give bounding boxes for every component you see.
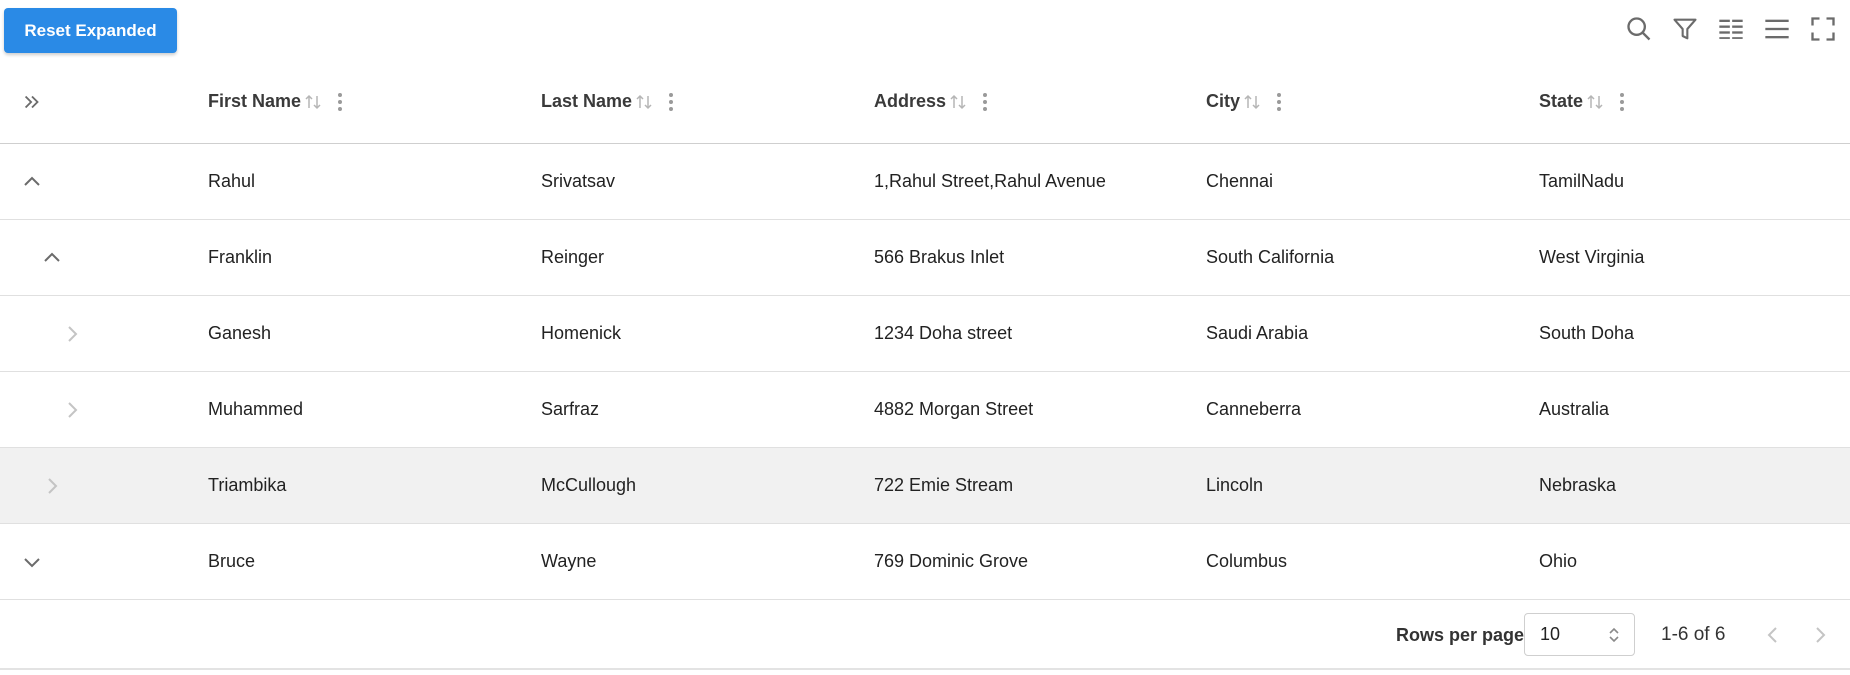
filter-icon[interactable] — [1668, 12, 1702, 46]
search-icon[interactable] — [1622, 12, 1656, 46]
density-icon[interactable] — [1760, 12, 1794, 46]
fullscreen-icon[interactable] — [1806, 12, 1840, 46]
column-header-last-name[interactable]: Last Name — [541, 60, 678, 143]
cell-state: Australia — [1539, 399, 1610, 419]
columns-icon[interactable] — [1714, 12, 1748, 46]
data-table: First Name Last Name Address City State — [0, 60, 1850, 600]
cell-city: Columbus — [1206, 551, 1288, 571]
table-row[interactable]: Ganesh Homenick 1234 Doha street Saudi A… — [0, 296, 1850, 372]
rows-per-page-label: Rows per page — [1396, 624, 1525, 645]
column-menu-icon[interactable] — [664, 90, 678, 114]
cell-first-name: Bruce — [208, 551, 256, 571]
sort-icon[interactable] — [1585, 92, 1605, 112]
cell-last-name: Srivatsav — [541, 171, 616, 191]
cell-last-name: Sarfraz — [541, 399, 600, 419]
cell-state: South Doha — [1539, 323, 1635, 343]
column-header-address[interactable]: Address — [874, 60, 992, 143]
pagination-bar: Rows per page 10 1-6 of 6 — [0, 600, 1850, 670]
cell-last-name: Homenick — [541, 323, 622, 343]
cell-state: Ohio — [1539, 551, 1578, 571]
column-header-label: Last Name — [541, 91, 633, 111]
cell-address: 769 Dominic Grove — [874, 551, 1029, 571]
table-row[interactable]: Rahul Srivatsav 1,Rahul Street,Rahul Ave… — [0, 144, 1850, 220]
cell-first-name: Franklin — [208, 247, 273, 267]
cell-address: 4882 Morgan Street — [874, 399, 1034, 419]
rows-per-page-value: 10 — [1540, 624, 1561, 644]
chevron-right-icon[interactable] — [37, 448, 67, 523]
table-header: First Name Last Name Address City State — [0, 60, 1850, 144]
chevron-up-icon[interactable] — [37, 220, 67, 295]
table-row[interactable]: Muhammed Sarfraz 4882 Morgan Street Cann… — [0, 372, 1850, 448]
cell-first-name: Triambika — [208, 475, 287, 495]
cell-last-name: Reinger — [541, 247, 605, 267]
cell-city: Chennai — [1206, 171, 1274, 191]
sort-icon[interactable] — [1242, 92, 1262, 112]
toolbar: Reset Expanded — [0, 0, 1850, 60]
cell-last-name: McCullough — [541, 475, 637, 495]
cell-state: Nebraska — [1539, 475, 1617, 495]
rows-per-page-select[interactable]: 10 — [1524, 613, 1635, 656]
next-page-icon[interactable] — [1805, 620, 1835, 650]
cell-first-name: Rahul — [208, 171, 256, 191]
chevron-right-icon[interactable] — [57, 296, 87, 371]
cell-address: 1234 Doha street — [874, 323, 1013, 343]
column-header-label: City — [1206, 91, 1241, 111]
chevron-up-icon[interactable] — [17, 144, 47, 219]
cell-city: South California — [1206, 247, 1335, 267]
chevron-down-icon[interactable] — [17, 524, 47, 599]
table-row[interactable]: Franklin Reinger 566 Brakus Inlet South … — [0, 220, 1850, 296]
previous-page-icon[interactable] — [1758, 620, 1788, 650]
column-header-state[interactable]: State — [1539, 60, 1629, 143]
cell-first-name: Muhammed — [208, 399, 304, 419]
cell-first-name: Ganesh — [208, 323, 272, 343]
cell-city: Canneberra — [1206, 399, 1302, 419]
cell-state: West Virginia — [1539, 247, 1645, 267]
column-menu-icon[interactable] — [333, 90, 347, 114]
table-row[interactable]: Triambika McCullough 722 Emie Stream Lin… — [0, 448, 1850, 524]
reset-expanded-button[interactable]: Reset Expanded — [4, 8, 177, 53]
sort-icon[interactable] — [634, 92, 654, 112]
column-header-first-name[interactable]: First Name — [208, 60, 347, 143]
toolbar-icons — [1622, 12, 1840, 46]
cell-last-name: Wayne — [541, 551, 597, 571]
column-header-label: First Name — [208, 91, 302, 111]
column-menu-icon[interactable] — [978, 90, 992, 114]
column-menu-icon[interactable] — [1272, 90, 1286, 114]
cell-address: 722 Emie Stream — [874, 475, 1014, 495]
table-row[interactable]: Bruce Wayne 769 Dominic Grove Columbus O… — [0, 524, 1850, 600]
cell-city: Lincoln — [1206, 475, 1264, 495]
sort-icon[interactable] — [303, 92, 323, 112]
cell-state: TamilNadu — [1539, 171, 1625, 191]
page-info: 1-6 of 6 — [1661, 624, 1726, 645]
cell-address: 1,Rahul Street,Rahul Avenue — [874, 171, 1106, 191]
column-header-label: State — [1539, 91, 1584, 111]
expand-all-icon[interactable] — [17, 60, 47, 143]
select-arrows-icon — [1608, 626, 1620, 649]
cell-city: Saudi Arabia — [1206, 323, 1309, 343]
sort-icon[interactable] — [948, 92, 968, 112]
column-menu-icon[interactable] — [1615, 90, 1629, 114]
cell-address: 566 Brakus Inlet — [874, 247, 1005, 267]
column-header-city[interactable]: City — [1206, 60, 1286, 143]
column-header-label: Address — [874, 91, 947, 111]
chevron-right-icon[interactable] — [57, 372, 87, 447]
